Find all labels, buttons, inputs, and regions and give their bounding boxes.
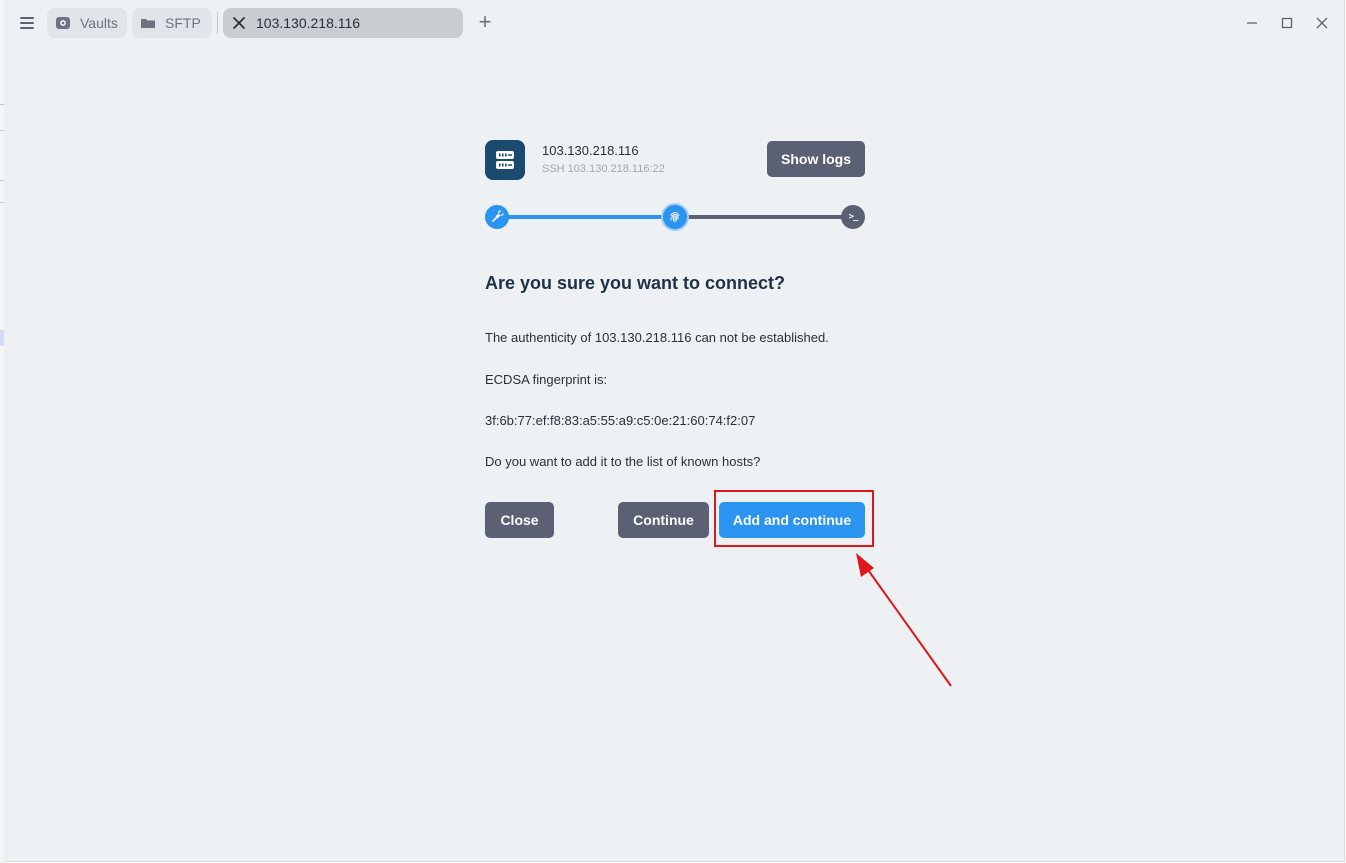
progress-track-complete <box>497 215 675 219</box>
tab-label: SFTP <box>165 15 201 31</box>
dialog-title: Are you sure you want to connect? <box>485 273 786 293</box>
window-close-icon[interactable] <box>1311 12 1333 34</box>
minimize-icon[interactable] <box>1241 12 1263 34</box>
plug-icon <box>485 205 509 229</box>
fingerprint-label: ECDSA fingerprint is: <box>485 372 608 387</box>
show-logs-button[interactable]: Show logs <box>767 141 865 177</box>
folder-icon <box>140 15 156 31</box>
title-bar: Vaults SFTP 103.130.218.116 + <box>4 0 1344 46</box>
progress-track-pending <box>675 215 853 219</box>
app-window: Vaults SFTP 103.130.218.116 + 103.130.21… <box>4 0 1345 862</box>
fingerprint-icon <box>663 205 687 229</box>
tab-active-host[interactable]: 103.130.218.116 <box>223 8 463 38</box>
add-and-continue-button[interactable]: Add and continue <box>719 502 865 538</box>
new-tab-button[interactable]: + <box>474 10 496 34</box>
continue-button[interactable]: Continue <box>618 502 709 538</box>
known-hosts-question: Do you want to add it to the list of kno… <box>485 454 761 469</box>
close-button[interactable]: Close <box>485 502 554 538</box>
hamburger-menu-icon[interactable] <box>16 12 38 34</box>
tab-vaults[interactable]: Vaults <box>47 8 127 38</box>
annotation-arrow <box>856 553 952 687</box>
vault-icon <box>55 15 71 31</box>
host-name: 103.130.218.116 <box>542 143 639 158</box>
tab-label: 103.130.218.116 <box>256 15 361 31</box>
fingerprint-value: 3f:6b:77:ef:f8:83:a5:55:a9:c5:0e:21:60:7… <box>485 413 756 428</box>
close-icon[interactable] <box>231 15 247 31</box>
tab-label: Vaults <box>80 15 118 31</box>
tab-divider <box>217 12 218 34</box>
maximize-icon[interactable] <box>1276 12 1298 34</box>
server-icon <box>485 140 525 180</box>
host-connection-subtitle: SSH 103.130.218.116:22 <box>542 163 665 175</box>
terminal-icon: >_ <box>841 205 865 229</box>
tab-sftp[interactable]: SFTP <box>132 8 212 38</box>
authenticity-text: The authenticity of 103.130.218.116 can … <box>485 330 829 345</box>
